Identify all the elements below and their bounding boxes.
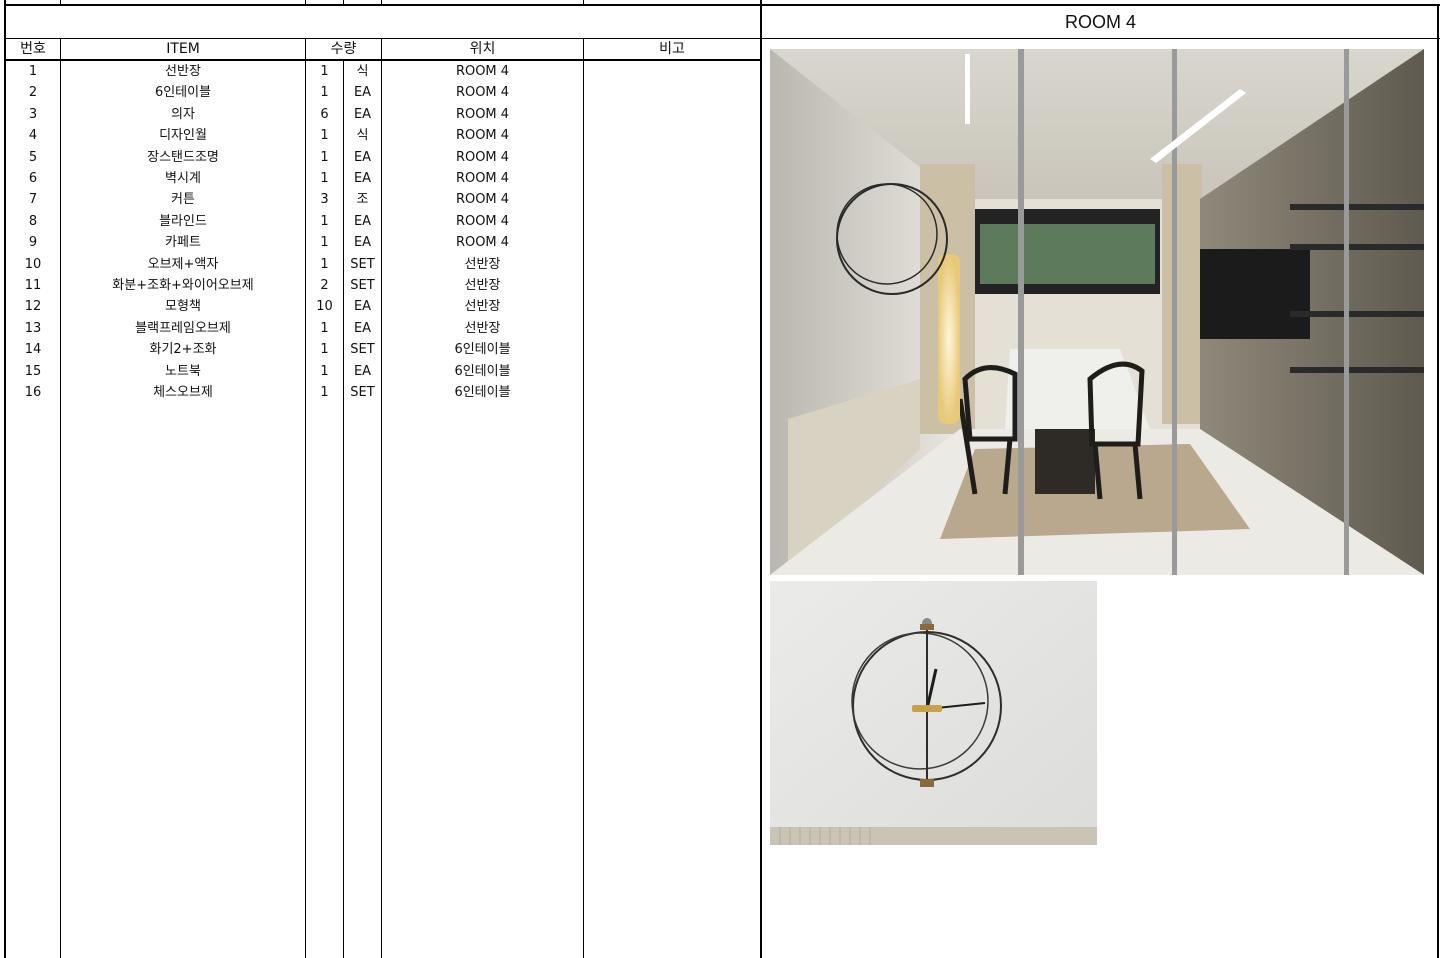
cell-qty: 6: [320, 106, 329, 122]
cell-qty: 1: [320, 85, 329, 101]
cell-item: 커튼: [171, 192, 195, 208]
col-header-note: 비고: [659, 41, 685, 57]
cell-no: 16: [24, 385, 42, 400]
cell-unit: SET: [350, 256, 375, 272]
col-header-qty: 수량: [330, 41, 357, 57]
cell-unit: SET: [350, 385, 375, 400]
cell-unit: EA: [353, 299, 372, 315]
cell-no: 6: [28, 171, 38, 186]
cell-item: 장스탠드조명: [147, 149, 219, 165]
cell-qty: 1: [320, 256, 329, 272]
cell-location: 선반장: [464, 320, 501, 336]
cell-location: ROOM 4: [455, 192, 510, 208]
cell-no: 14: [24, 342, 42, 358]
col-header-location: 위치: [469, 41, 496, 57]
cell-qty: 10: [316, 299, 333, 315]
cell-location: ROOM 4: [455, 106, 510, 122]
cell-no: 15: [24, 363, 42, 379]
right-border: [1437, 4, 1439, 958]
cell-item: 모형책: [165, 299, 201, 315]
cell-item: 블랙프레임오브제: [135, 320, 231, 336]
cell-unit: EA: [353, 85, 372, 101]
col-header-item: ITEM: [166, 41, 200, 57]
col-header-no: 번호: [20, 41, 46, 57]
cell-location: 6인테이블: [454, 342, 511, 358]
cell-no: 3: [28, 106, 38, 122]
cell-no: 8: [28, 213, 38, 229]
cell-unit: 조: [356, 192, 369, 208]
cell-no: 2: [28, 85, 38, 101]
cell-location: ROOM 4: [455, 213, 510, 229]
cell-unit: EA: [353, 171, 372, 186]
cell-qty: 1: [320, 320, 329, 336]
spec-sheet: ROOM 4 번호 ITEM 수량 위치 비고 1 선반장 1 식 ROOM 4 2 6인테…: [0, 0, 1448, 958]
cell-unit: EA: [353, 106, 372, 122]
cell-item: 의자: [171, 106, 195, 122]
center-divider: [760, 0, 762, 958]
cell-item: 벽시계: [165, 171, 201, 186]
cell-location: ROOM 4: [455, 128, 510, 144]
cell-unit: SET: [350, 278, 375, 293]
cell-no: 5: [28, 149, 38, 165]
cell-item: 디자인월: [159, 128, 207, 144]
cell-location: 선반장: [464, 299, 501, 315]
cell-qty: 3: [320, 192, 329, 208]
cell-no: 13: [24, 320, 42, 336]
cell-item: 체스오브제: [153, 385, 213, 400]
cell-item: 화기2+조화: [149, 342, 217, 358]
cell-unit: 식: [356, 128, 369, 144]
cell-qty: 1: [320, 64, 329, 79]
cell-item: 선반장: [165, 64, 201, 79]
cell-no: 12: [24, 299, 42, 315]
room-title: ROOM 4: [1064, 12, 1136, 32]
cell-qty: 1: [320, 213, 329, 229]
cell-no: 9: [28, 235, 38, 251]
cell-qty: 1: [320, 385, 329, 400]
cell-item: 카페트: [165, 235, 201, 251]
cell-item: 블라인드: [159, 213, 207, 229]
clock-photo: [770, 581, 1097, 845]
cell-location: 선반장: [464, 278, 501, 293]
cell-qty: 1: [320, 128, 329, 144]
cell-no: 4: [28, 128, 38, 144]
cell-unit: SET: [350, 342, 375, 358]
cell-unit: EA: [353, 213, 372, 229]
col-line-location: [583, 39, 584, 958]
cell-unit: EA: [353, 235, 372, 251]
cell-no: 11: [24, 278, 42, 293]
cell-no: 1: [28, 64, 38, 79]
cell-item: 화분+조화+와이어오브제: [112, 278, 254, 293]
cell-item: 노트북: [165, 363, 201, 379]
cell-location: 6인테이블: [454, 385, 511, 400]
cell-location: ROOM 4: [455, 171, 510, 186]
cell-location: ROOM 4: [455, 149, 510, 165]
cell-unit: EA: [353, 320, 372, 336]
cell-location: 선반장: [464, 256, 501, 272]
cell-location: ROOM 4: [455, 235, 510, 251]
cell-unit: EA: [353, 149, 372, 165]
cell-no: 10: [24, 256, 42, 272]
cell-location: ROOM 4: [455, 85, 510, 101]
cell-item: 6인테이블: [154, 85, 212, 101]
cell-qty: 2: [320, 278, 329, 293]
cell-location: 6인테이블: [454, 363, 511, 379]
cell-unit: EA: [353, 363, 372, 379]
cell-unit: 식: [356, 64, 369, 79]
cell-qty: 1: [320, 363, 329, 379]
room-photo: [770, 49, 1424, 575]
cell-qty: 1: [320, 171, 329, 186]
cell-qty: 1: [320, 235, 329, 251]
cell-location: ROOM 4: [455, 64, 510, 79]
cell-qty: 1: [320, 149, 329, 165]
cell-qty: 1: [320, 342, 329, 358]
cell-item: 오브제+액자: [147, 256, 219, 272]
cell-no: 7: [28, 192, 38, 208]
